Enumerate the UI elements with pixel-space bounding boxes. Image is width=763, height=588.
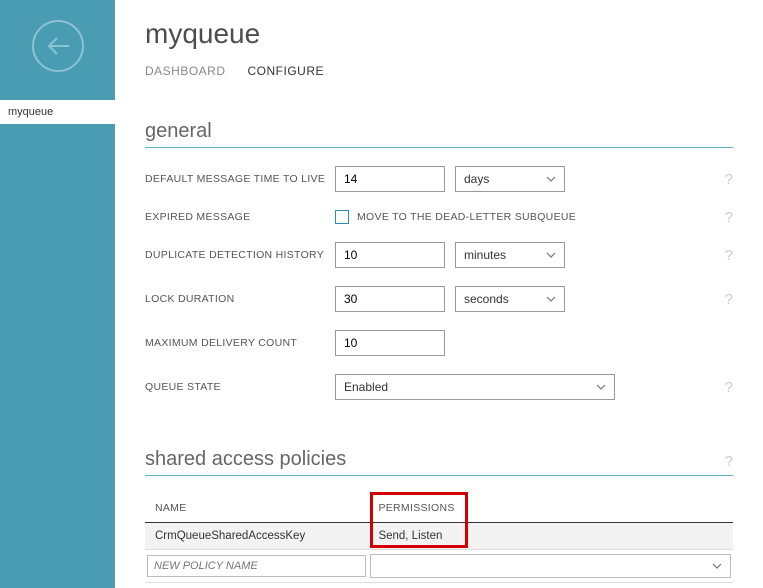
select-queue-state-value: Enabled [344,380,388,394]
page-title: myqueue [145,18,733,50]
section-rule [145,147,733,148]
input-ttl-value[interactable] [335,166,445,192]
input-new-policy-name[interactable] [147,555,366,577]
chevron-down-icon [712,563,722,569]
select-ttl-unit[interactable]: days [455,166,565,192]
col-name: NAME [145,494,368,523]
policies-table: NAME PERMISSIONS CrmQueueSharedAccessKey… [145,494,733,583]
tab-configure[interactable]: CONFIGURE [248,64,325,78]
checkbox-deadletter[interactable] [335,210,349,224]
sidebar: myqueue [0,0,115,588]
cell-policy-name: CrmQueueSharedAccessKey [145,523,368,550]
chevron-down-icon [596,384,606,390]
label-maxdel: MAXIMUM DELIVERY COUNT [145,337,335,349]
chevron-down-icon [546,252,556,258]
table-row-new [145,550,733,583]
input-maxdel-value[interactable] [335,330,445,356]
select-ttl-unit-value: days [464,172,489,186]
select-lock-unit[interactable]: seconds [455,286,565,312]
section-title-general: general [145,120,733,143]
label-lock: LOCK DURATION [145,293,335,305]
help-icon[interactable]: ? [725,209,733,226]
select-lock-unit-value: seconds [464,292,509,306]
label-ttl: DEFAULT MESSAGE TIME TO LIVE [145,173,335,185]
label-qstate: QUEUE STATE [145,381,335,393]
select-queue-state[interactable]: Enabled [335,374,615,400]
section-rule [145,475,733,476]
select-dup-unit[interactable]: minutes [455,242,565,268]
tab-dashboard[interactable]: DASHBOARD [145,64,226,78]
select-dup-unit-value: minutes [464,248,506,262]
back-button[interactable] [32,20,84,72]
help-icon[interactable]: ? [725,379,733,396]
checkbox-deadletter-label: MOVE TO THE DEAD-LETTER SUBQUEUE [357,211,576,223]
col-permissions: PERMISSIONS [368,494,733,523]
label-dup: DUPLICATE DETECTION HISTORY [145,249,335,261]
help-icon[interactable]: ? [725,291,733,308]
sidebar-item-myqueue[interactable]: myqueue [0,100,115,124]
select-new-policy-permissions[interactable] [370,554,731,578]
arrow-left-icon [45,36,71,56]
input-dup-value[interactable] [335,242,445,268]
help-icon[interactable]: ? [725,171,733,188]
cell-policy-permissions: Send, Listen [368,523,733,550]
section-title-policies: shared access policies [145,448,346,471]
table-row[interactable]: CrmQueueSharedAccessKey Send, Listen [145,523,733,550]
input-lock-value[interactable] [335,286,445,312]
chevron-down-icon [546,176,556,182]
chevron-down-icon [546,296,556,302]
help-icon[interactable]: ? [725,247,733,264]
help-icon[interactable]: ? [725,453,733,470]
tabs: DASHBOARD CONFIGURE [145,64,733,78]
main-content: myqueue DASHBOARD CONFIGURE general DEFA… [115,0,763,588]
label-expired: EXPIRED MESSAGE [145,211,335,223]
